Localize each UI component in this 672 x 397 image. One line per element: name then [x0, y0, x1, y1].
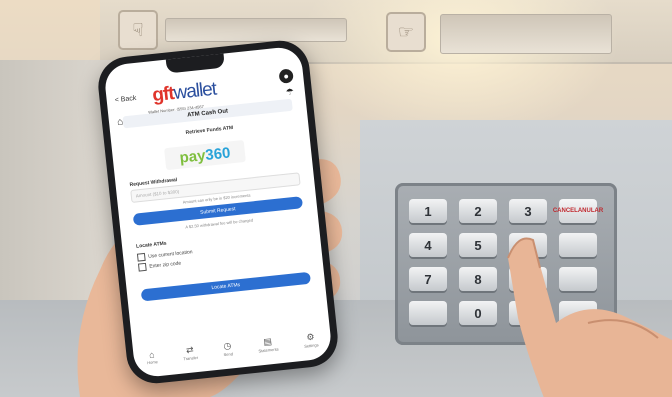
nav-transfer[interactable]: ⇄ Transfer — [182, 344, 198, 361]
phone-screen: < Back gftwallet Wallet Number: (555) 23… — [103, 45, 333, 379]
checkbox-zip[interactable] — [137, 262, 147, 272]
atm-scene: ☟ ☞ 123CANCELANULAR4567890 < Back gftwal… — [0, 0, 672, 397]
pay-brand-b: 360 — [204, 143, 232, 164]
cash-slot — [440, 14, 612, 54]
cancel-label: CANCEL — [552, 207, 578, 214]
keypad-key-3[interactable]: 3 — [509, 199, 547, 223]
keypad-key-4[interactable]: 4 — [409, 233, 447, 257]
logo-wallet: wallet — [172, 78, 218, 104]
nav-home[interactable]: ⌂ Home — [146, 349, 158, 365]
nav-label: Send — [223, 351, 234, 358]
gft-wallet-logo: gftwallet — [151, 79, 217, 108]
option-current-label: Use current location — [147, 249, 193, 260]
locate-atms-button[interactable]: Locate ATMs — [140, 271, 312, 302]
nav-statements[interactable]: ▤ Statements — [257, 335, 279, 353]
nav-label: Home — [146, 358, 159, 365]
keypad-key-2[interactable]: 2 — [459, 199, 497, 223]
nav-label: Transfer — [183, 354, 199, 362]
pay360-logo: pay 360 — [164, 139, 246, 171]
nav-settings[interactable]: ⚙ Settings — [303, 331, 319, 349]
smartphone: < Back gftwallet Wallet Number: (555) 23… — [95, 37, 341, 387]
keypad-key-blank[interactable] — [409, 301, 447, 325]
cancel-label-2: ANULAR — [577, 207, 604, 214]
profile-icon[interactable]: ● — [278, 68, 294, 84]
card-slot — [165, 18, 347, 42]
option-current-location[interactable]: Use current location — [136, 248, 193, 262]
keypad-key-1[interactable]: 1 — [409, 199, 447, 223]
right-hand — [507, 237, 672, 397]
keypad-cancel-key[interactable]: CANCEL ANULAR — [553, 199, 603, 223]
nav-send[interactable]: ◷ Send — [222, 340, 233, 357]
checkbox-current[interactable] — [136, 252, 146, 262]
nav-label: Statements — [258, 346, 279, 354]
pay-brand-a: pay — [178, 146, 207, 167]
keypad-key-7[interactable]: 7 — [409, 267, 447, 291]
back-button[interactable]: < Back — [114, 95, 136, 104]
cash-slot-icon: ☞ — [386, 12, 426, 52]
logo-gft: gft — [151, 83, 175, 107]
option-zip-code[interactable]: Enter zip code — [137, 259, 182, 272]
card-slot-icon: ☟ — [118, 10, 158, 50]
umbrella-icon[interactable]: ☂ — [285, 86, 294, 98]
option-zip-label: Enter zip code — [149, 260, 182, 270]
nav-label: Settings — [303, 342, 319, 349]
